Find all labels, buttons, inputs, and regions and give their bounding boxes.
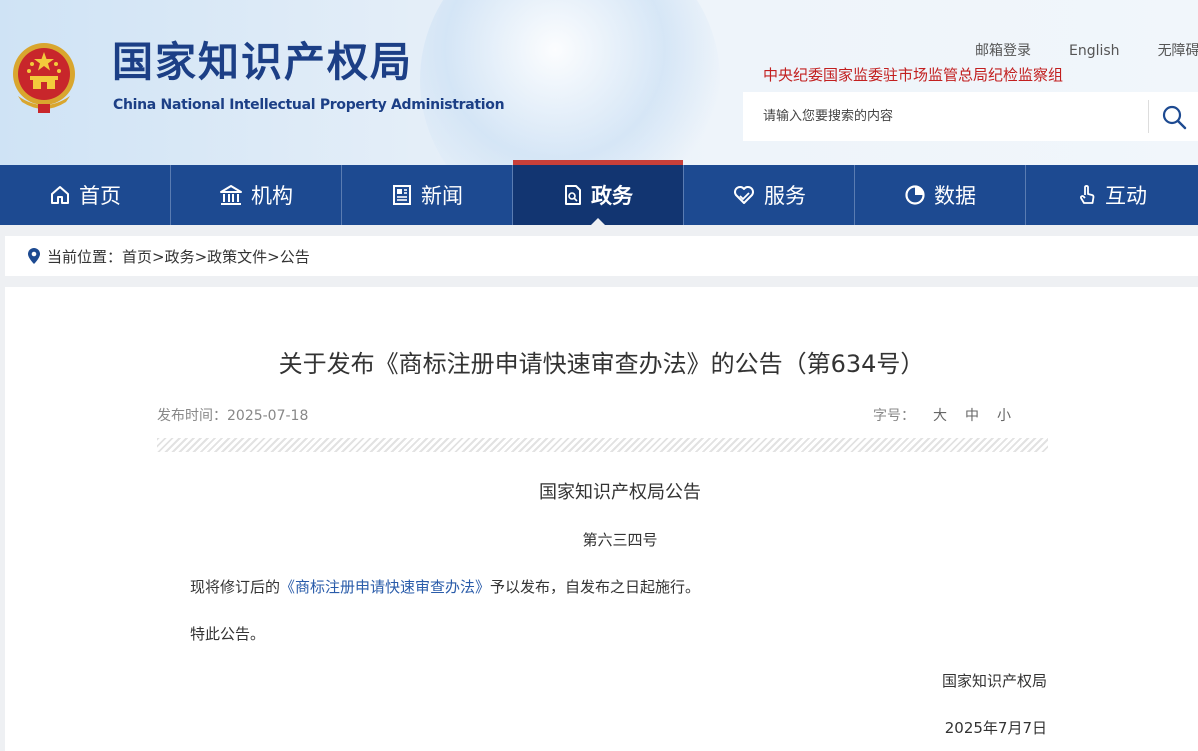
signature: 国家知识产权局 (941, 672, 1047, 690)
accessibility-link[interactable]: 无障碍 (1158, 40, 1198, 60)
pie-chart-icon (905, 185, 925, 205)
font-size-large[interactable]: 大 (933, 405, 947, 425)
article-title: 关于发布《商标注册申请快速审查办法》的公告（第634号） (278, 350, 925, 378)
home-icon (51, 186, 69, 204)
body-paragraph: 现将修订后的《商标注册申请快速审查办法》予以发布，自发布之日起施行。 (190, 576, 700, 597)
nav-item-organization[interactable]: 机构 (171, 165, 342, 225)
breadcrumb-label: 当前位置： (47, 247, 123, 266)
breadcrumb-path[interactable]: 首页>政务>政策文件>公告 (122, 246, 310, 267)
font-size-small[interactable]: 小 (997, 405, 1011, 425)
nav-item-home[interactable]: 首页 (0, 165, 171, 225)
pointer-hand-icon (1080, 185, 1095, 204)
nav-item-label: 新闻 (421, 184, 463, 208)
heart-hand-icon (734, 186, 754, 204)
nav-item-label: 机构 (251, 184, 293, 208)
font-size-label: 字号： (873, 408, 915, 424)
search-box (743, 92, 1198, 141)
paragraph-text: 现将修订后的 (190, 578, 281, 596)
main-nav: 首页 机构 新闻 政务 服务 数据 互动 (0, 160, 1198, 225)
search-divider (1148, 100, 1149, 133)
building-icon (220, 185, 242, 205)
mail-login-link[interactable]: 邮箱登录 (975, 40, 1031, 60)
newspaper-icon (393, 185, 411, 205)
publish-date: 发布时间：2025-07-18 (157, 408, 309, 424)
doc-number: 第六三四号 (582, 531, 658, 549)
signature-date: 2025年7月7日 (944, 719, 1047, 737)
article-container: 关于发布《商标注册申请快速审查办法》的公告（第634号） 发布时间：2025-0… (5, 287, 1198, 751)
nav-item-government-affairs[interactable]: 政务 (513, 160, 684, 225)
nav-item-interaction[interactable]: 互动 (1026, 165, 1198, 225)
paragraph-text: 予以发布，自发布之日起施行。 (490, 578, 701, 596)
regulation-link[interactable]: 《商标注册申请快速审查办法》 (280, 578, 490, 596)
nav-item-label: 服务 (764, 184, 806, 208)
site-header: 国家知识产权局 China National Intellectual Prop… (0, 0, 1198, 165)
closing-paragraph: 特此公告。 (190, 625, 266, 643)
nav-item-label: 数据 (934, 184, 976, 208)
nav-item-label: 首页 (79, 184, 121, 208)
location-pin-icon (28, 248, 40, 264)
national-emblem-icon[interactable] (8, 40, 80, 114)
document-icon (565, 185, 581, 205)
site-name-en[interactable]: China National Intellectual Property Adm… (113, 97, 505, 113)
nav-item-services[interactable]: 服务 (684, 165, 855, 225)
nav-item-news[interactable]: 新闻 (342, 165, 513, 225)
font-size-switcher: 字号： 大中小 (873, 405, 1011, 425)
doc-header: 国家知识产权局公告 (539, 482, 701, 503)
site-name-cn[interactable]: 国家知识产权局 (112, 42, 413, 83)
divider-stripe (157, 438, 1048, 452)
nav-item-data[interactable]: 数据 (855, 165, 1026, 225)
english-link[interactable]: English (1069, 43, 1120, 59)
nav-item-label: 互动 (1105, 184, 1147, 208)
discipline-inspection-link[interactable]: 中央纪委国家监委驻市场监管总局纪检监察组 (763, 64, 1063, 85)
search-input[interactable] (743, 92, 1148, 141)
breadcrumb: 当前位置： 首页>政务>政策文件>公告 (5, 236, 1198, 276)
search-icon[interactable] (1161, 104, 1187, 130)
header-globe-decoration (420, 0, 720, 165)
top-links: 邮箱登录 English 无障碍 (975, 40, 1198, 60)
nav-item-label: 政务 (591, 184, 633, 208)
font-size-medium[interactable]: 中 (965, 405, 979, 425)
